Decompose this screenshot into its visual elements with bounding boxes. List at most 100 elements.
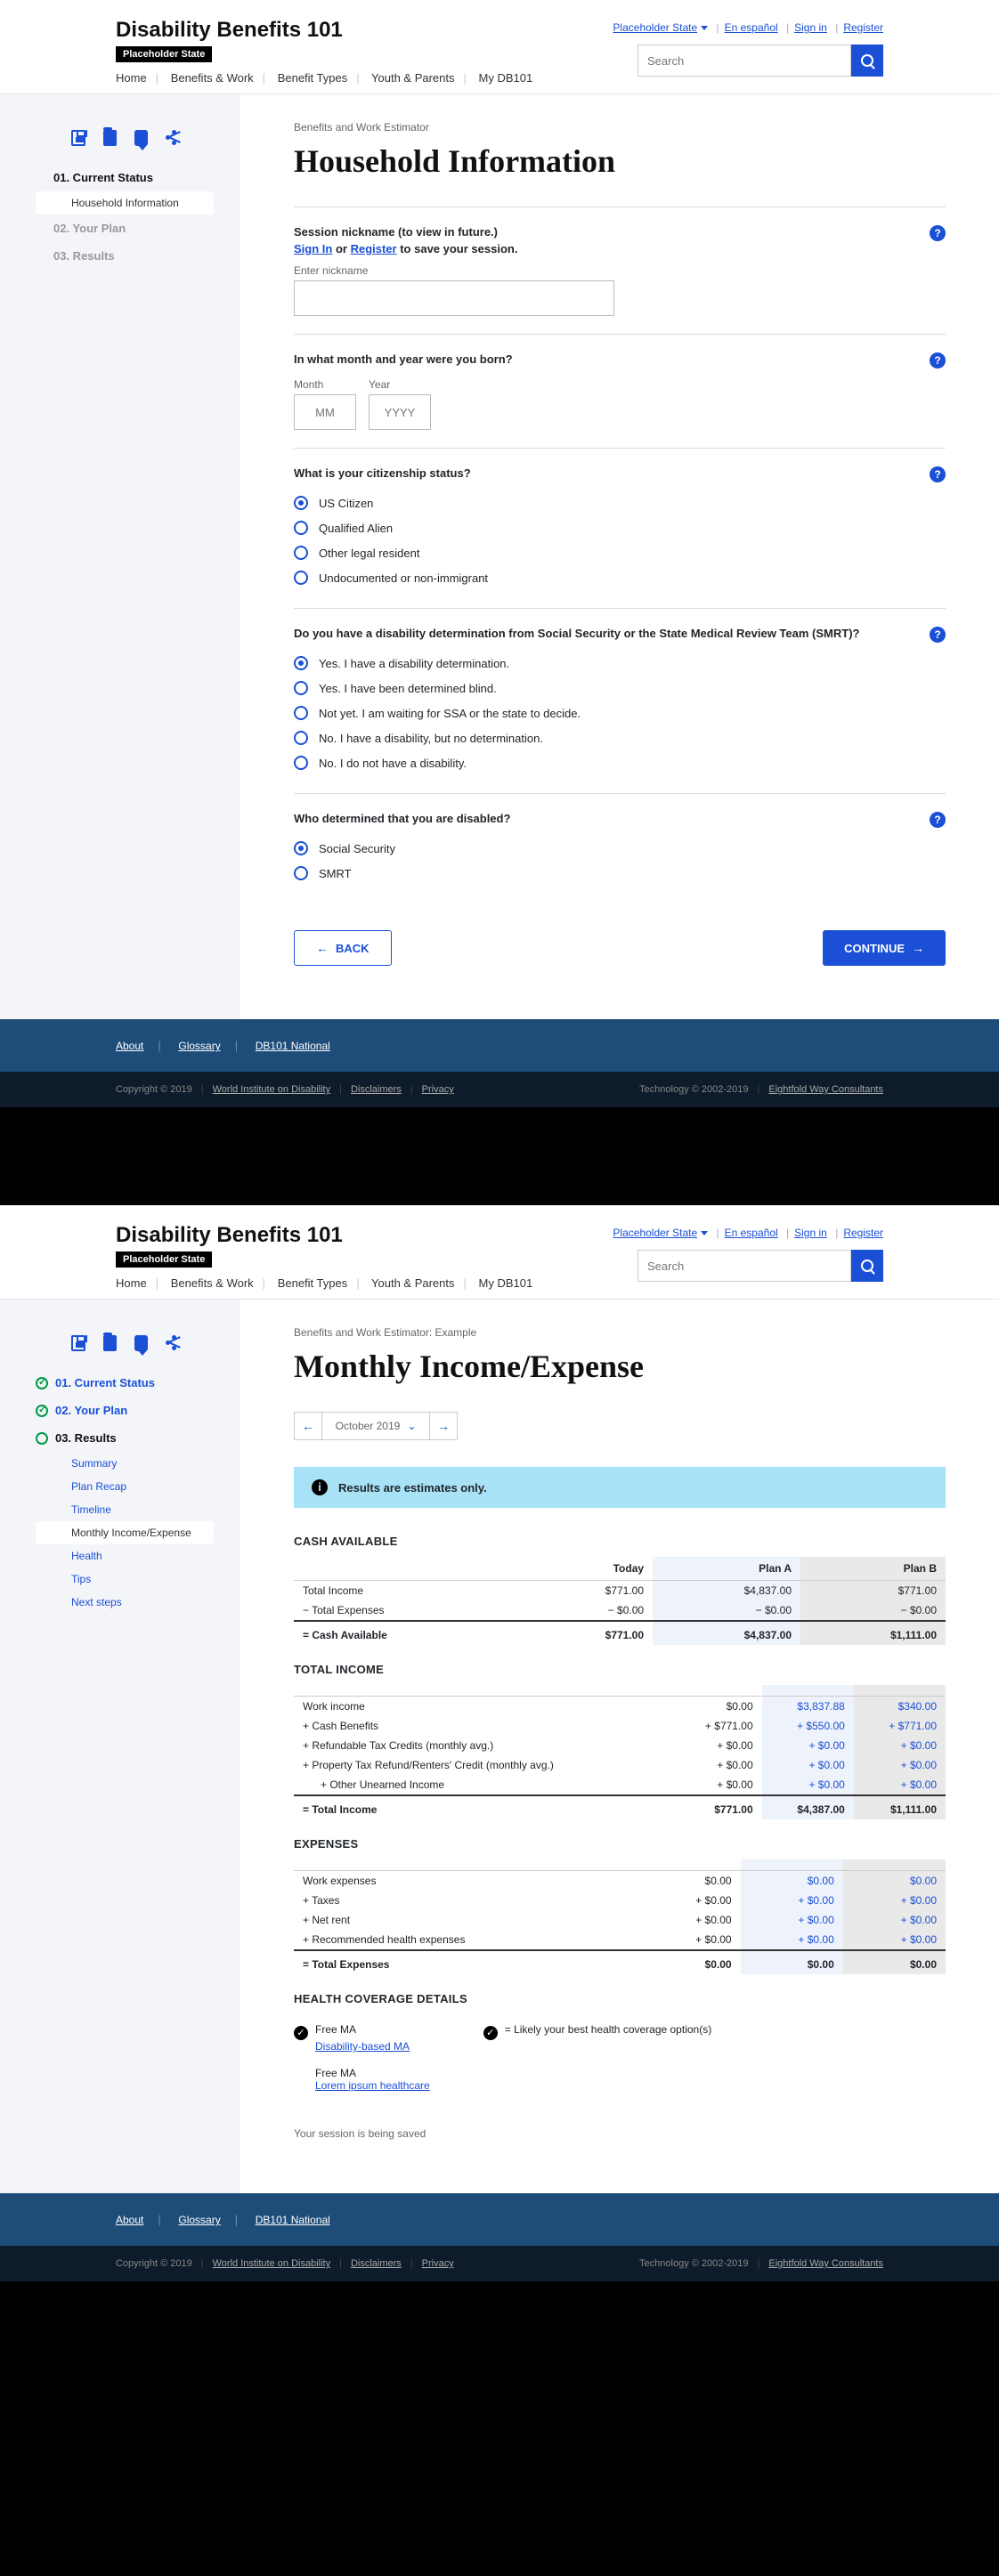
- radio-qualified-alien[interactable]: Qualified Alien: [294, 515, 946, 540]
- expenses-heading: EXPENSES: [294, 1837, 946, 1851]
- footer-links: About| Glossary| DB101 National: [0, 1019, 999, 1072]
- nav-benefit-types[interactable]: Benefit Types: [278, 71, 348, 85]
- radio-no-disability[interactable]: No. I do not have a disability.: [294, 750, 946, 775]
- search-button[interactable]: [851, 45, 883, 77]
- sub-recap[interactable]: Plan Recap: [36, 1475, 214, 1498]
- month-dropdown[interactable]: October 2019⌄: [322, 1412, 429, 1440]
- chat-icon[interactable]: [134, 130, 147, 146]
- footer-glossary[interactable]: Glossary: [178, 1040, 220, 1052]
- substep-household[interactable]: Household Information: [36, 191, 214, 215]
- nav-mydb101[interactable]: My DB101: [479, 71, 533, 85]
- health-details: ✓Free MA Disability-based MA Free MA Lor…: [294, 2023, 946, 2092]
- state-selector[interactable]: Placeholder State: [613, 21, 708, 34]
- sub-health[interactable]: Health: [36, 1544, 214, 1567]
- share-icon[interactable]: [166, 1335, 178, 1351]
- step-2[interactable]: 02. Your Plan: [36, 1397, 214, 1424]
- main-content: Benefits and Work Estimator Household In…: [240, 94, 999, 1019]
- cash-heading: CASH AVAILABLE: [294, 1535, 946, 1548]
- q-disability: ? Do you have a disability determination…: [294, 608, 946, 793]
- sub-next[interactable]: Next steps: [36, 1591, 214, 1614]
- step-1[interactable]: 01. Current Status: [36, 1369, 214, 1397]
- save-icon[interactable]: [71, 1335, 85, 1351]
- nav-home[interactable]: Home: [116, 71, 147, 85]
- search-button[interactable]: [851, 1250, 883, 1282]
- q-text: Session nickname (to view in future.): [294, 225, 946, 239]
- nickname-input[interactable]: [294, 280, 614, 316]
- help-icon[interactable]: ?: [930, 225, 946, 241]
- chevron-down-icon: [701, 26, 708, 30]
- help-icon[interactable]: ?: [930, 812, 946, 828]
- check-icon: ✓: [294, 2026, 308, 2040]
- nickname-label: Enter nickname: [294, 264, 946, 277]
- radio-us-citizen[interactable]: US Citizen: [294, 490, 946, 515]
- step-3[interactable]: 03. Results: [36, 1424, 214, 1452]
- radio-smrt[interactable]: SMRT: [294, 861, 946, 886]
- nav-benefits-work[interactable]: Benefits & Work: [171, 71, 254, 85]
- top-links: Placeholder State |En español |Sign in |…: [613, 21, 883, 34]
- state-tag: Placeholder State: [116, 1252, 212, 1268]
- step-3[interactable]: 03. Results: [36, 242, 214, 270]
- search-input[interactable]: [638, 1250, 851, 1282]
- back-button[interactable]: ←BACK: [294, 930, 392, 966]
- saving-msg: Your session is being saved: [294, 2127, 946, 2140]
- radio-not-yet[interactable]: Not yet. I am waiting for SSA or the sta…: [294, 701, 946, 725]
- help-icon[interactable]: ?: [930, 466, 946, 482]
- radio-undocumented[interactable]: Undocumented or non-immigrant: [294, 565, 946, 590]
- top-links: Placeholder State |En español |Sign in |…: [613, 1227, 883, 1239]
- income-heading: TOTAL INCOME: [294, 1663, 946, 1676]
- nav-youth[interactable]: Youth & Parents: [371, 71, 454, 85]
- help-icon[interactable]: ?: [930, 352, 946, 369]
- search-input[interactable]: [638, 45, 851, 77]
- main-content: Benefits and Work Estimator: Example Mon…: [240, 1300, 999, 2193]
- header: Disability Benefits 101 Placeholder Stat…: [0, 0, 999, 62]
- header: Disability Benefits 101 Placeholder Stat…: [0, 1205, 999, 1268]
- signin-link[interactable]: Sign in: [794, 21, 827, 34]
- info-icon: i: [312, 1479, 328, 1495]
- health-heading: HEALTH COVERAGE DETAILS: [294, 1992, 946, 2005]
- q-nickname: ? Session nickname (to view in future.) …: [294, 207, 946, 334]
- sub-summary[interactable]: Summary: [36, 1452, 214, 1475]
- page-title: Monthly Income/Expense: [294, 1348, 946, 1385]
- radio-yes-blind[interactable]: Yes. I have been determined blind.: [294, 676, 946, 701]
- footer-about[interactable]: About: [116, 1040, 143, 1052]
- state-tag: Placeholder State: [116, 46, 212, 62]
- q-who: ? Who determined that you are disabled? …: [294, 793, 946, 903]
- help-icon[interactable]: ?: [930, 627, 946, 643]
- radio-no-determination[interactable]: No. I have a disability, but no determin…: [294, 725, 946, 750]
- chevron-down-icon: ⌄: [407, 1420, 416, 1432]
- register-link[interactable]: Register: [843, 21, 883, 34]
- check-icon: ✓: [483, 2026, 498, 2040]
- prev-month-button[interactable]: ←: [294, 1412, 322, 1440]
- sub-timeline[interactable]: Timeline: [36, 1498, 214, 1521]
- month-input[interactable]: [294, 394, 356, 430]
- sub-monthly[interactable]: Monthly Income/Expense: [36, 1521, 214, 1544]
- save-icon[interactable]: [71, 130, 85, 146]
- lorem-link[interactable]: Lorem ipsum healthcare: [315, 2079, 430, 2092]
- search-icon: [861, 54, 873, 67]
- folder-icon[interactable]: [103, 1335, 118, 1351]
- register-inline[interactable]: Register: [351, 242, 397, 255]
- step-1[interactable]: 01. Current Status: [36, 164, 214, 191]
- state-selector[interactable]: Placeholder State: [613, 1227, 708, 1239]
- radio-ss[interactable]: Social Security: [294, 836, 946, 861]
- lang-link[interactable]: En español: [725, 21, 778, 34]
- disability-ma-link[interactable]: Disability-based MA: [315, 2040, 410, 2053]
- next-month-button[interactable]: →: [429, 1412, 458, 1440]
- chat-icon[interactable]: [134, 1335, 147, 1351]
- search: [638, 45, 883, 77]
- expenses-table: Work expenses$0.00$0.00$0.00 + Taxes+ $0…: [294, 1859, 946, 1974]
- sidebar: 01. Current Status Household Information…: [0, 94, 240, 1019]
- footer-national[interactable]: DB101 National: [256, 1040, 330, 1052]
- info-banner: i Results are estimates only.: [294, 1467, 946, 1508]
- step-2[interactable]: 02. Your Plan: [36, 215, 214, 242]
- footer-legal: Copyright © 2019|World Institute on Disa…: [0, 1072, 999, 1107]
- year-input[interactable]: [369, 394, 431, 430]
- sub-tips[interactable]: Tips: [36, 1567, 214, 1591]
- signin-inline[interactable]: Sign In: [294, 242, 332, 255]
- radio-other-resident[interactable]: Other legal resident: [294, 540, 946, 565]
- share-icon[interactable]: [166, 130, 178, 146]
- folder-icon[interactable]: [103, 130, 118, 146]
- radio-yes-determination[interactable]: Yes. I have a disability determination.: [294, 651, 946, 676]
- q-birth: ? In what month and year were you born? …: [294, 334, 946, 448]
- continue-button[interactable]: CONTINUE→: [823, 930, 946, 966]
